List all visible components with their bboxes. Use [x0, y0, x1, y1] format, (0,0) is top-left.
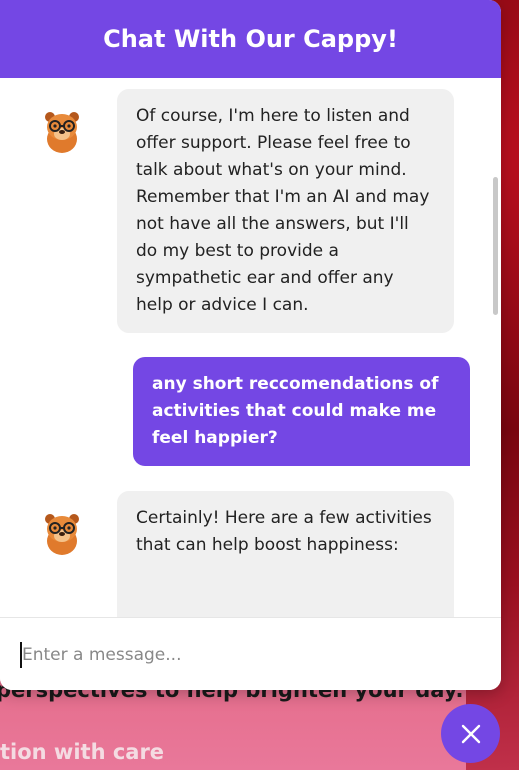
chat-title: Chat With Our Cappy! — [103, 25, 398, 53]
bot-message: Of course, I'm here to listen and offer … — [117, 89, 454, 333]
chat-header: Chat With Our Cappy! — [0, 0, 501, 78]
bot-message-text: Of course, I'm here to listen and offer … — [136, 106, 430, 315]
close-icon — [461, 724, 480, 743]
message-input-area — [0, 617, 501, 690]
message-input[interactable] — [20, 640, 474, 670]
user-message: any short reccomendations of activities … — [133, 357, 470, 466]
scrollbar-thumb[interactable] — [493, 177, 498, 315]
close-chat-button[interactable] — [441, 704, 500, 763]
chat-widget: Chat With Our Cappy! Of course, I'm here… — [0, 0, 501, 690]
background-text-line-2: tion with care — [0, 740, 165, 764]
capybara-avatar-icon — [37, 507, 87, 557]
user-message-text: any short reccomendations of activities … — [152, 374, 439, 448]
message-list[interactable]: Of course, I'm here to listen and offer … — [0, 78, 501, 617]
text-caret — [20, 642, 22, 668]
bot-message-text: Certainly! Here are a few activities tha… — [136, 508, 432, 555]
bot-message: Certainly! Here are a few activities tha… — [117, 491, 454, 617]
capybara-avatar-icon — [37, 105, 87, 155]
